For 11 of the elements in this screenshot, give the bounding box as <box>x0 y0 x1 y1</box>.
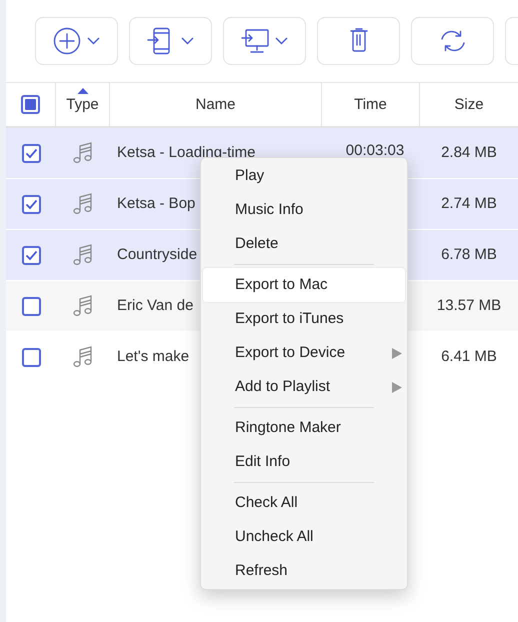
table-cell: Ketsa - Loading-time <box>117 144 256 161</box>
table-cell-text: 2.84 MB <box>441 142 497 163</box>
table-cell-text: 6.78 MB <box>441 244 497 265</box>
table-cell-text: 13.57 MB <box>436 296 502 316</box>
table-cell-text: 6.41 MB <box>441 346 497 367</box>
table-cell: Let's make <box>117 348 190 365</box>
table-cell-text: 2.74 MB <box>441 194 497 214</box>
table-cell: Countryside <box>117 246 198 263</box>
table-cell: Eric Van de <box>117 297 194 314</box>
table-cell-text: 00:03:03 <box>344 141 404 162</box>
table-cell: Ketsa - Bop <box>117 195 196 212</box>
